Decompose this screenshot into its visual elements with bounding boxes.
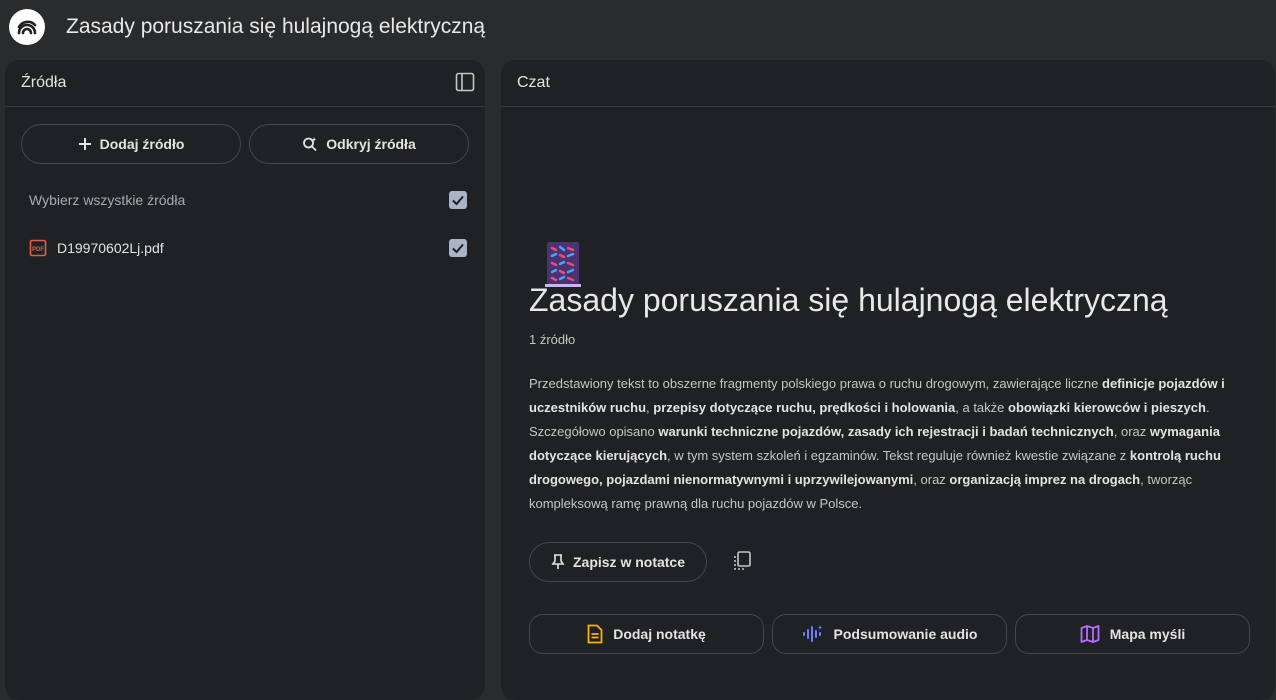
source-item[interactable]: PDF D19970602Lj.pdf: [29, 236, 467, 260]
notebook-summary: Przedstawiony tekst to obszerne fragment…: [529, 372, 1249, 516]
discover-sources-button[interactable]: Odkryj źródła: [249, 124, 469, 164]
summary-text: , oraz: [1113, 424, 1150, 439]
audio-summary-button[interactable]: Podsumowanie audio: [772, 614, 1007, 654]
source-item-label-wrap: PDF D19970602Lj.pdf: [29, 239, 164, 257]
discover-search-icon: [303, 137, 317, 152]
top-bar: Zasady poruszania się hulajnogą elektryc…: [0, 0, 1276, 58]
add-note-button[interactable]: Dodaj notatkę: [529, 614, 764, 654]
collapse-panel-icon[interactable]: [455, 72, 475, 92]
save-to-note-button[interactable]: Zapisz w notatce: [529, 542, 707, 582]
summary-text: , w tym system szkoleń i egzaminów. Teks…: [667, 448, 1130, 463]
summary-highlight: warunki techniczne pojazdów, zasady ich …: [658, 424, 1114, 439]
source-item-name: D19970602Lj.pdf: [57, 240, 164, 256]
source-count: 1 źródło: [529, 332, 576, 347]
source-item-checkbox[interactable]: [449, 239, 467, 257]
source-buttons: Dodaj źródło Odkryj źródła: [21, 124, 469, 164]
chat-panel: Czat Zasady poruszania się hulajnogą ele…: [501, 60, 1275, 700]
summary-highlight: obowiązki kierowców i pieszych: [1008, 400, 1206, 415]
plus-icon: [78, 138, 91, 150]
add-note-label: Dodaj notatkę: [613, 626, 706, 642]
notebooklm-logo-icon[interactable]: [9, 9, 45, 45]
select-all-row[interactable]: Wybierz wszystkie źródła: [29, 188, 467, 212]
summary-text: Przedstawiony tekst to obszerne fragment…: [529, 376, 1102, 391]
sources-panel-title: Źródła: [21, 74, 67, 91]
sources-panel-header: Źródła: [5, 60, 485, 107]
chat-panel-title: Czat: [517, 74, 550, 91]
note-icon: [587, 624, 603, 644]
save-to-note-label: Zapisz w notatce: [572, 554, 686, 570]
add-source-label: Dodaj źródło: [99, 136, 185, 152]
summary-highlight: przepisy dotyczące ruchu, prędkości i ho…: [653, 400, 956, 415]
sources-panel: Źródła Dodaj źródło Odkryj źródła Wybier…: [5, 60, 485, 700]
notebook-actions: Dodaj notatkę Podsumowanie audio Mapa my…: [529, 614, 1250, 654]
select-all-checkbox[interactable]: [449, 191, 467, 209]
add-source-button[interactable]: Dodaj źródło: [21, 124, 241, 164]
summary-highlight: organizacją imprez na drogach: [949, 472, 1141, 487]
audio-wave-icon: [802, 625, 823, 642]
mind-map-button[interactable]: Mapa myśli: [1015, 614, 1250, 654]
chat-panel-header: Czat: [501, 60, 1275, 107]
select-all-label: Wybierz wszystkie źródła: [29, 192, 186, 208]
pin-icon: [551, 554, 565, 569]
discover-sources-label: Odkryj źródła: [326, 136, 416, 152]
summary-text: , oraz: [913, 472, 950, 487]
summary-text: , a także: [955, 400, 1008, 415]
notebook-title: Zasady poruszania się hulajnogą elektryc…: [529, 282, 1168, 318]
pdf-icon: PDF: [29, 239, 47, 257]
notebook-title-header[interactable]: Zasady poruszania się hulajnogą elektryc…: [66, 15, 485, 39]
copy-icon[interactable]: [731, 550, 753, 572]
audio-summary-label: Podsumowanie audio: [833, 626, 978, 642]
map-icon: [1080, 625, 1100, 643]
mind-map-label: Mapa myśli: [1109, 626, 1186, 642]
svg-text:PDF: PDF: [32, 247, 44, 253]
